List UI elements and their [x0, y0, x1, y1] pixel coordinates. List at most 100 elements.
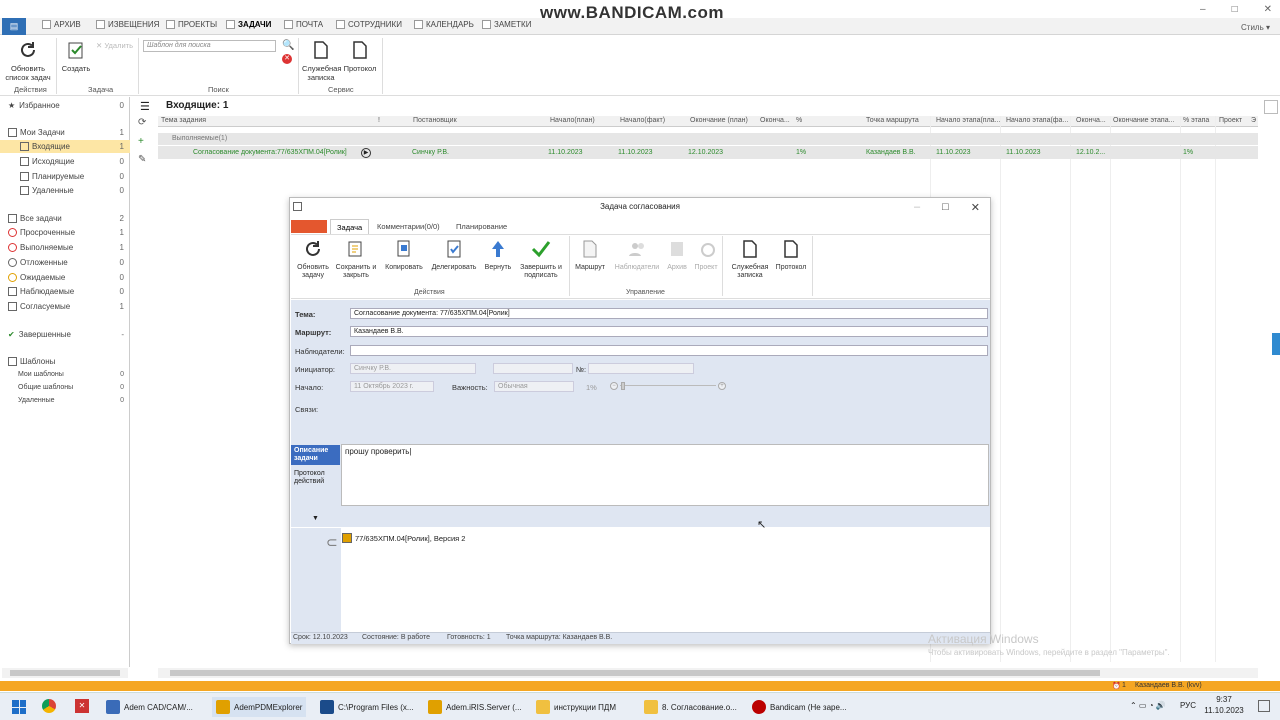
paperclip-icon[interactable]: ⊂ [326, 534, 338, 551]
cell-subject[interactable]: Согласование документа:77/635ХПМ.04[Роли… [193, 149, 347, 156]
col-start-fact[interactable]: Начало(факт) [620, 117, 665, 124]
dialog-memo-button[interactable]: Служебная записка [728, 238, 772, 280]
create-button[interactable]: Создать [60, 38, 92, 73]
chrome-icon[interactable] [42, 699, 56, 713]
col-stage-end[interactable]: Оконча... [1076, 117, 1106, 124]
app-menu-button[interactable]: ▤ [2, 18, 26, 35]
search-icon[interactable]: 🔍 [282, 40, 294, 51]
nav-outgoing[interactable]: Исходящие 0 [0, 155, 130, 168]
tab-action-protocol[interactable]: Протокол действий [291, 468, 340, 488]
taskbar-bandicam[interactable]: Bandicam (Не заре... [752, 697, 847, 717]
tab-calendar[interactable]: КАЛЕНДАРЬ [414, 20, 474, 29]
dialog-maximize-button[interactable]: □ [942, 201, 949, 214]
attachment-item[interactable]: 77/635ХПМ.04[Ролик], Версия 2 [342, 533, 465, 543]
tab-employees[interactable]: СОТРУДНИКИ [336, 20, 402, 29]
col-stage-start-plan[interactable]: Начало этапа(пла... [936, 117, 1000, 124]
return-button[interactable]: Вернуть [482, 238, 514, 272]
taskbar-adem-cad[interactable]: Adem CAD/CAM/... [106, 697, 193, 717]
pdf-app-icon[interactable]: ✕ [75, 699, 89, 713]
col-extra[interactable]: Э [1251, 117, 1256, 124]
nav-deleted-templates[interactable]: Удаленные 0 [0, 394, 130, 407]
refresh-list-button[interactable]: Обновить список задач [5, 38, 51, 82]
observers-button[interactable]: Наблюдатели [612, 238, 662, 272]
nav-my-tasks[interactable]: Мои Задачи 1 [0, 126, 130, 139]
chevron-down-icon[interactable]: ▼ [312, 515, 319, 522]
col-stage-end-full[interactable]: Окончание этапа... [1113, 117, 1174, 124]
tab-notices[interactable]: ИЗВЕЩЕНИЯ [96, 20, 159, 29]
tab-description[interactable]: Описание задачи [291, 445, 340, 465]
alarm-icon[interactable]: ⏰ [1112, 682, 1121, 690]
col-end[interactable]: Оконча... [760, 117, 790, 124]
col-priority[interactable]: ! [378, 117, 380, 124]
tab-task[interactable]: Задача [330, 219, 370, 234]
nav-scroll-thumb[interactable] [10, 670, 120, 676]
route-field[interactable]: Казандаев В.В. [350, 326, 988, 337]
minimize-button[interactable]: – [1200, 4, 1206, 15]
col-percent[interactable]: % [796, 117, 802, 124]
dialog-close-button[interactable]: ✕ [971, 201, 980, 214]
group-row[interactable]: Выполняемые(1) [158, 133, 1258, 145]
col-end-plan[interactable]: Окончание (план) [690, 117, 748, 124]
start-date-field[interactable]: 11 Октябрь 2023 г. [350, 381, 434, 392]
progress-slider[interactable]: − + [610, 382, 728, 390]
nav-observed[interactable]: Наблюдаемые 0 [0, 285, 130, 298]
dialog-app-menu-button[interactable] [291, 220, 327, 233]
topic-field[interactable]: Согласование документа: 77/635ХПМ.04[Рол… [350, 308, 988, 319]
initiator-select[interactable]: Синчку Р.В. [350, 363, 476, 374]
tab-planning[interactable]: Планирование [456, 222, 507, 231]
nav-deleted[interactable]: Удаленные 0 [0, 184, 130, 197]
nav-templates[interactable]: Шаблоны [0, 355, 130, 368]
side-scroll-marker[interactable] [1272, 333, 1280, 355]
side-panel-icon[interactable] [1264, 100, 1278, 114]
notifications-icon[interactable] [1258, 700, 1270, 712]
save-close-button[interactable]: Сохранить и закрыть [334, 238, 378, 280]
tab-tasks[interactable]: ЗАДАЧИ [226, 20, 271, 29]
tab-notes[interactable]: ЗАМЕТКИ [482, 20, 531, 29]
edit-icon[interactable]: ✎ [138, 154, 146, 165]
col-route-point[interactable]: Точка маршрута [866, 117, 919, 124]
description-textarea[interactable]: прошу проверить| [341, 444, 989, 506]
finish-sign-button[interactable]: Завершить и подписать [516, 238, 566, 280]
taskbar-instructions[interactable]: инструкции ПДМ [536, 697, 616, 717]
tab-mail[interactable]: ПОЧТА [284, 20, 323, 29]
nav-favorites[interactable]: ★ Избранное 0 [0, 99, 130, 112]
project-button[interactable]: Проект [692, 238, 720, 272]
reload-icon[interactable]: ⟳ [138, 117, 146, 128]
dialog-minimize-button[interactable]: – [914, 201, 920, 214]
plus-icon[interactable]: + [718, 382, 726, 390]
nav-in-progress[interactable]: Выполняемые 1 [0, 241, 130, 254]
nav-my-templates[interactable]: Мои шаблоны 0 [0, 368, 130, 381]
initiator-extra-select[interactable] [493, 363, 573, 374]
delete-button[interactable]: ✕ Удалить [96, 41, 133, 50]
windows-start-icon[interactable] [12, 700, 26, 714]
grid-scroll-thumb[interactable] [170, 670, 1100, 676]
minus-icon[interactable]: − [610, 382, 618, 390]
nav-approving[interactable]: Согласуемые 1 [0, 300, 130, 313]
taskbar-program-files[interactable]: C:\Program Files (x... [320, 697, 414, 717]
dialog-protocol-button[interactable]: Протокол [773, 238, 809, 272]
nav-planned[interactable]: Планируемые 0 [0, 170, 130, 183]
menu-icon[interactable]: ☰ [140, 100, 150, 113]
clear-search-icon[interactable]: ✕ [282, 54, 292, 64]
language-indicator[interactable]: РУС [1180, 700, 1196, 711]
taskbar-adem-pdm[interactable]: AdemPDMExplorer [212, 697, 307, 717]
col-author[interactable]: Постановщик [413, 117, 457, 124]
nav-incoming[interactable]: Входящие 1 [0, 140, 130, 153]
nav-postponed[interactable]: Отложенные 0 [0, 256, 130, 269]
route-button[interactable]: Маршрут [572, 238, 608, 272]
nav-common-templates[interactable]: Общие шаблоны 0 [0, 381, 130, 394]
style-menu[interactable]: Стиль ▾ [1241, 23, 1270, 32]
protocol-button[interactable]: Протокол [342, 38, 378, 73]
col-stage-start-fact[interactable]: Начало этапа(фа... [1006, 117, 1068, 124]
col-start-plan[interactable]: Начало(план) [550, 117, 595, 124]
taskbar-approval-doc[interactable]: 8. Согласование.о... [644, 697, 737, 717]
add-icon[interactable]: + [138, 136, 144, 147]
observers-field[interactable] [350, 345, 988, 356]
clock[interactable]: 9:37 11.10.2023 [1204, 694, 1244, 716]
nav-all-tasks[interactable]: Все задачи 2 [0, 212, 130, 225]
close-button[interactable]: ✕ [1264, 4, 1272, 15]
nav-overdue[interactable]: Просроченные 1 [0, 226, 130, 239]
tray-icons[interactable]: ⌃ ▭ ◔ 🔊 [1130, 700, 1166, 711]
nav-waiting[interactable]: Ожидаемые 0 [0, 271, 130, 284]
tab-archive[interactable]: АРХИВ [42, 20, 81, 29]
